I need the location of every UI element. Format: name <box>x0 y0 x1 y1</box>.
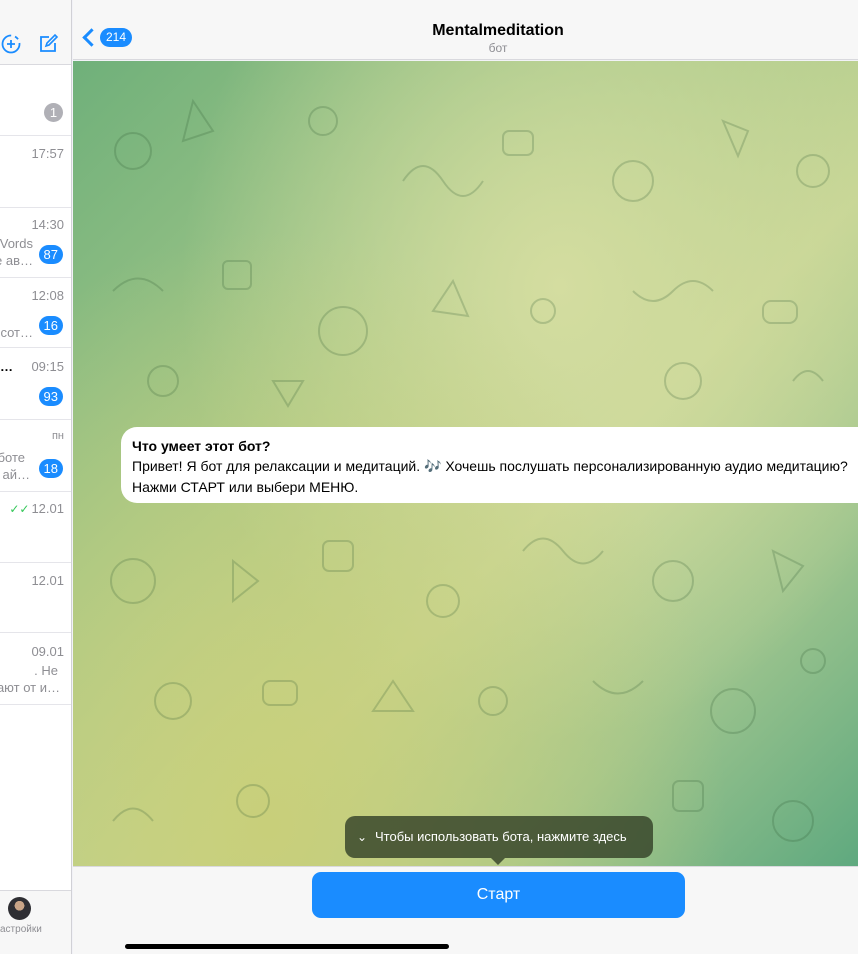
sidebar-archive-row[interactable]: 1 <box>0 65 71 136</box>
chat-preview-line: … <box>0 359 13 374</box>
chat-preview-line: боте <box>0 450 25 465</box>
chat-time: 17:57 <box>31 146 64 161</box>
chat-time: 09.01 <box>31 644 64 659</box>
chat-time: 12.01 <box>31 501 64 516</box>
new-story-icon[interactable] <box>0 33 22 55</box>
unread-badge: 87 <box>38 245 63 264</box>
chat-preview-line: ают от и… <box>0 680 60 695</box>
chat-time: пн <box>51 430 64 442</box>
unread-badge: 1 <box>44 103 63 122</box>
avatar[interactable] <box>8 897 31 920</box>
unread-badge: 16 <box>38 316 63 335</box>
start-hint-text: Чтобы использовать бота, нажмите здесь <box>375 829 627 844</box>
chat-preview-line: сот… <box>0 325 33 340</box>
chat-list-sidebar: 1 17:57 14:30 Vords е ав… 87 12:08 сот… … <box>0 0 72 954</box>
chat-list-item[interactable]: 14:30 Vords е ав… 87 <box>0 208 71 278</box>
chat-list-item[interactable]: 12:08 сот… 16 <box>0 278 71 348</box>
chat-header: 214 Mentalmeditation бот <box>73 0 858 60</box>
unread-badge: 18 <box>38 459 63 478</box>
chat-preview-line: е ав… <box>0 253 33 268</box>
chat-preview-line: ай… <box>2 467 31 482</box>
chat-time: 09:15 <box>31 359 64 374</box>
bot-description-text: Привет! Я бот для релаксации и медитаций… <box>132 458 848 495</box>
chat-subtitle: бот <box>488 41 508 55</box>
chat-list-item[interactable]: 12.01 <box>0 563 71 633</box>
chat-time: 14:30 <box>31 217 64 232</box>
chat-time: 12:08 <box>31 288 64 303</box>
chat-title[interactable]: Mentalmeditation <box>73 22 858 40</box>
start-hint-tooltip: ⌄ Чтобы использовать бота, нажмите здесь <box>345 816 653 865</box>
bottom-bar: Старт <box>73 866 858 954</box>
chat-wallpaper: Что умеет этот бот? Привет! Я бот для ре… <box>73 61 858 866</box>
unread-badge: 93 <box>38 387 63 406</box>
bot-description-title: Что умеет этот бот? <box>132 438 271 454</box>
double-chevron-down-icon: ⌄ <box>357 830 368 844</box>
bot-description-bubble: Что умеет этот бот? Привет! Я бот для ре… <box>121 427 858 503</box>
sidebar-tab-bar: астройки <box>0 890 71 954</box>
chat-list-item[interactable]: пн боте ай… 18 <box>0 420 71 492</box>
chat-preview-line: Vords <box>0 236 33 251</box>
chat-preview-line: . Не <box>34 663 58 678</box>
start-button[interactable]: Старт <box>312 872 685 918</box>
compose-icon[interactable] <box>37 33 59 55</box>
chat-list-item[interactable]: … 09:15 93 <box>0 348 71 420</box>
tab-settings[interactable]: астройки <box>0 924 42 935</box>
sidebar-header <box>0 0 71 65</box>
home-indicator <box>125 944 449 949</box>
chat-time: 12.01 <box>31 573 64 588</box>
chat-pane: 214 Mentalmeditation бот Что умеет этот … <box>73 0 858 954</box>
chat-list-item[interactable]: 17:57 <box>0 136 71 208</box>
chat-time-wrap: ✓✓ 12.01 <box>9 501 64 516</box>
read-check-icon: ✓✓ <box>9 502 30 516</box>
chat-list-item[interactable]: 09.01 . Не ают от и… <box>0 633 71 705</box>
chat-list-item[interactable]: ✓✓ 12.01 <box>0 492 71 563</box>
